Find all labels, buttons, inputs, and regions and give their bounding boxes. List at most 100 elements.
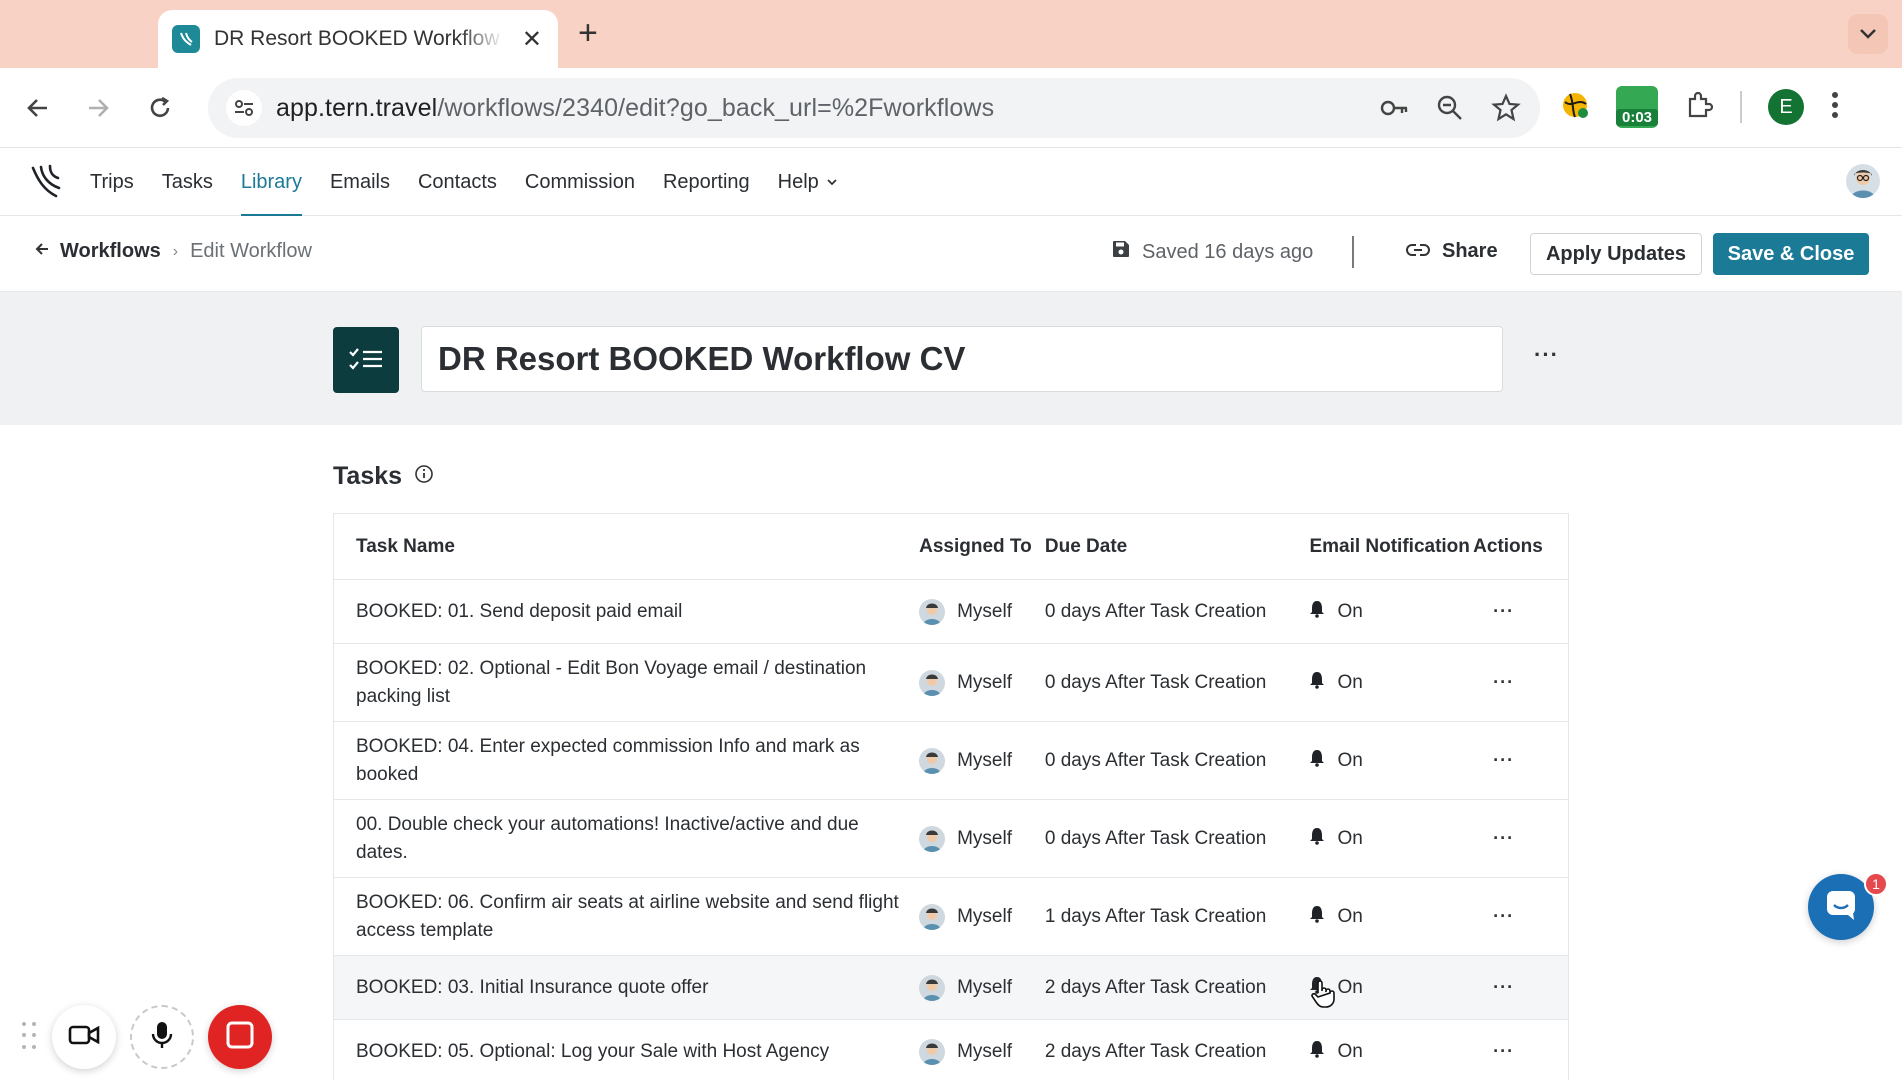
- breadcrumb: Workflows › Edit Workflow: [34, 240, 312, 263]
- task-due: 2 days After Task Creation: [1044, 976, 1267, 998]
- assignee-name: Myself: [957, 905, 1012, 927]
- address-bar[interactable]: app.tern.travel/workflows/2340/edit?go_b…: [208, 78, 1540, 138]
- save-status: Saved 16 days ago: [1112, 240, 1313, 264]
- nav-item-trips[interactable]: Trips: [90, 148, 134, 216]
- share-button[interactable]: Share: [1406, 240, 1498, 263]
- assignee-avatar: [919, 903, 946, 930]
- user-avatar[interactable]: [1846, 164, 1880, 198]
- table-row[interactable]: BOOKED: 01. Send deposit paid email Myse…: [334, 580, 1568, 644]
- col-assigned-to: Assigned To: [919, 536, 1032, 557]
- task-due: 1 days After Task Creation: [1044, 905, 1267, 927]
- app-navigation: Trips Tasks Library Emails Contacts Comm…: [0, 148, 1902, 217]
- floppy-disk-icon: [1112, 240, 1130, 264]
- tern-logo-icon[interactable]: [30, 164, 62, 205]
- share-label: Share: [1442, 240, 1498, 262]
- table-row[interactable]: BOOKED: 03. Initial Insurance quote offe…: [334, 956, 1568, 1020]
- assignee-avatar: [919, 747, 946, 774]
- apply-updates-button[interactable]: Apply Updates: [1530, 233, 1702, 275]
- row-actions-menu-icon[interactable]: ···: [1473, 1041, 1514, 1061]
- notification-status: On: [1337, 976, 1363, 998]
- site-settings-icon[interactable]: [226, 90, 262, 126]
- row-actions-menu-icon[interactable]: ···: [1473, 906, 1514, 926]
- link-icon: [1406, 240, 1430, 263]
- back-arrow-icon[interactable]: [20, 90, 56, 126]
- zoom-icon[interactable]: [1434, 92, 1466, 129]
- stop-recording-button[interactable]: [208, 1005, 272, 1069]
- row-actions-menu-icon[interactable]: ···: [1473, 828, 1514, 848]
- tern-favicon-icon: [172, 25, 200, 53]
- nav-item-commission[interactable]: Commission: [525, 148, 635, 216]
- nav-item-tasks[interactable]: Tasks: [162, 148, 213, 216]
- table-row[interactable]: BOOKED: 05. Optional: Log your Sale with…: [334, 1020, 1568, 1080]
- table-row[interactable]: BOOKED: 06. Confirm air seats at airline…: [334, 878, 1568, 956]
- back-arrow-icon[interactable]: [34, 240, 50, 263]
- breadcrumb-workflows-link[interactable]: Workflows: [60, 240, 161, 263]
- browser-tab-bar: DR Resort BOOKED Workflow CV ✕ +: [0, 0, 1902, 68]
- table-row[interactable]: BOOKED: 02. Optional - Edit Bon Voyage e…: [334, 644, 1568, 722]
- forward-arrow-icon[interactable]: [80, 90, 116, 126]
- password-key-icon[interactable]: [1378, 92, 1410, 129]
- col-actions: Actions: [1473, 535, 1543, 557]
- assignee-name: Myself: [957, 671, 1012, 693]
- task-name: BOOKED: 01. Send deposit paid email: [356, 600, 683, 622]
- col-email-notification: Email Notification: [1309, 536, 1470, 557]
- microphone-toggle-button[interactable]: [130, 1005, 194, 1069]
- tab-search-chevron-icon[interactable]: [1848, 14, 1888, 54]
- nav-item-library[interactable]: Library: [240, 148, 303, 217]
- recording-toolbar: [22, 1005, 272, 1069]
- new-tab-icon[interactable]: +: [578, 14, 598, 53]
- drag-handle-icon[interactable]: [22, 1022, 38, 1052]
- info-icon[interactable]: [414, 464, 434, 489]
- reload-icon[interactable]: [142, 90, 178, 126]
- camera-toggle-button[interactable]: [52, 1005, 116, 1069]
- bell-icon: [1309, 600, 1325, 624]
- extensions-puzzle-icon[interactable]: [1684, 90, 1714, 125]
- table-row[interactable]: BOOKED: 04. Enter expected commission In…: [334, 722, 1568, 800]
- table-header-row: Task Name Assigned To Due Date Email Not…: [334, 514, 1568, 580]
- browser-tab[interactable]: DR Resort BOOKED Workflow CV ✕: [158, 10, 558, 68]
- assignee-avatar: [919, 825, 946, 852]
- task-due: 0 days After Task Creation: [1044, 600, 1267, 622]
- task-name: BOOKED: 05. Optional: Log your Sale with…: [356, 1040, 830, 1062]
- workflow-subheader: Workflows › Edit Workflow Saved 16 days …: [0, 216, 1902, 292]
- nav-item-reporting[interactable]: Reporting: [663, 148, 750, 216]
- nav-item-emails[interactable]: Emails: [330, 148, 390, 216]
- workflow-title-band: ···: [0, 292, 1902, 425]
- notification-status: On: [1337, 1040, 1363, 1062]
- tasks-header: Tasks: [333, 462, 434, 491]
- col-due-date: Due Date: [1044, 535, 1128, 557]
- recording-extension-icon[interactable]: 0:03: [1616, 86, 1658, 128]
- url-text[interactable]: app.tern.travel/workflows/2340/edit?go_b…: [276, 94, 994, 123]
- task-name: 00. Double check your automations! Inact…: [356, 813, 859, 863]
- nav-item-contacts[interactable]: Contacts: [418, 148, 497, 216]
- browser-menu-kebab-icon[interactable]: [1830, 90, 1840, 125]
- extension-ball-icon[interactable]: [1560, 90, 1590, 125]
- tab-title: DR Resort BOOKED Workflow CV: [214, 27, 504, 50]
- assignee-name: Myself: [957, 827, 1012, 849]
- tab-close-icon[interactable]: ✕: [522, 25, 542, 54]
- task-name: BOOKED: 02. Optional - Edit Bon Voyage e…: [356, 657, 867, 707]
- workflow-more-options-icon[interactable]: ···: [1534, 342, 1559, 368]
- browser-toolbar: app.tern.travel/workflows/2340/edit?go_b…: [0, 68, 1902, 148]
- assignee-avatar: [919, 598, 946, 625]
- col-task-name: Task Name: [356, 535, 455, 557]
- profile-avatar[interactable]: E: [1768, 89, 1804, 125]
- bell-icon: [1309, 671, 1325, 695]
- row-actions-menu-icon[interactable]: ···: [1473, 672, 1514, 692]
- header-divider: [1352, 236, 1354, 268]
- save-and-close-button[interactable]: Save & Close: [1713, 233, 1869, 275]
- row-actions-menu-icon[interactable]: ···: [1473, 601, 1514, 621]
- video-camera-icon: [68, 1024, 100, 1051]
- timer-label: 0:03: [1616, 109, 1658, 126]
- bookmark-star-icon[interactable]: [1490, 92, 1522, 129]
- workflow-title-input[interactable]: [421, 326, 1503, 392]
- row-actions-menu-icon[interactable]: ···: [1473, 977, 1514, 997]
- toolbar-divider: [1740, 91, 1742, 123]
- nav-item-help[interactable]: Help: [778, 148, 837, 216]
- row-actions-menu-icon[interactable]: ···: [1473, 750, 1514, 770]
- assignee-name: Myself: [957, 749, 1012, 771]
- table-row[interactable]: 00. Double check your automations! Inact…: [334, 800, 1568, 878]
- notification-status: On: [1337, 600, 1363, 622]
- chat-bubble-icon: [1824, 888, 1858, 927]
- notification-status: On: [1337, 827, 1363, 849]
